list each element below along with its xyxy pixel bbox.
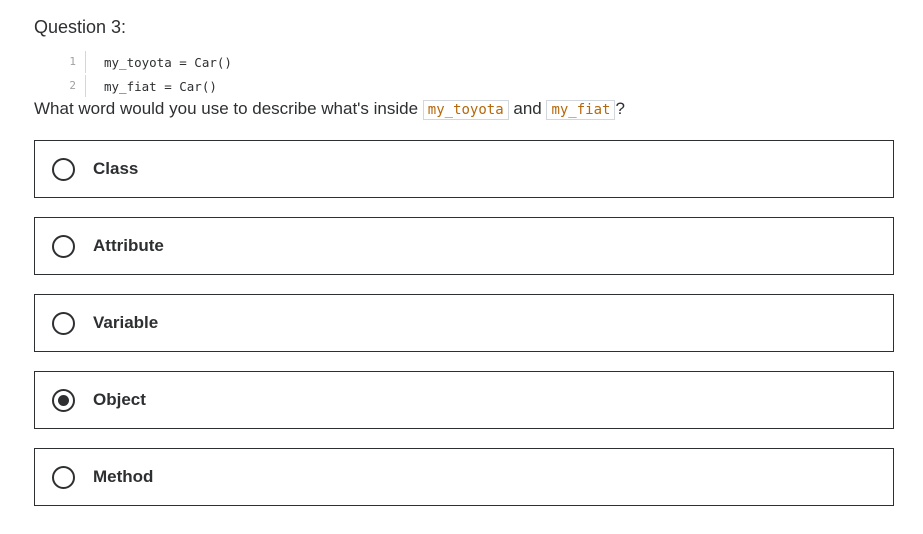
radio-button[interactable] [52,465,75,489]
option-label: Variable [93,313,159,332]
prompt-text: and [508,99,547,118]
inline-code: my_toyota [422,100,509,120]
option-label: Attribute [93,236,164,255]
answer-option-class[interactable]: Class [34,140,894,198]
option-label: Class [93,159,139,178]
code-text: my_fiat = Car() [104,78,217,94]
answer-option-variable[interactable]: Variable [34,294,894,352]
option-label: Method [93,467,154,486]
option-label: Object [93,390,146,409]
radio-selected-dot [58,394,69,406]
answer-options: Class Attribute Variable Object Method [34,140,894,525]
radio-button-selected[interactable] [52,388,75,412]
answer-option-attribute[interactable]: Attribute [34,217,894,275]
prompt-text: What word would you use to describe what… [34,99,423,118]
line-number: 2 [60,75,86,97]
radio-button[interactable] [52,311,75,335]
question-prompt: What word would you use to describe what… [34,97,625,122]
answer-option-object[interactable]: Object [34,371,894,429]
code-line: 1 my_toyota = Car() [60,50,232,74]
code-line: 2 my_fiat = Car() [60,74,232,98]
prompt-text: ? [615,99,625,118]
line-number: 1 [60,51,86,73]
radio-button[interactable] [52,157,75,181]
radio-button[interactable] [52,234,75,258]
code-text: my_toyota = Car() [104,54,232,70]
question-heading: Question 3: [34,17,127,37]
inline-code: my_fiat [546,100,616,120]
code-block: 1 my_toyota = Car() 2 my_fiat = Car() [60,50,232,98]
answer-option-method[interactable]: Method [34,448,894,506]
